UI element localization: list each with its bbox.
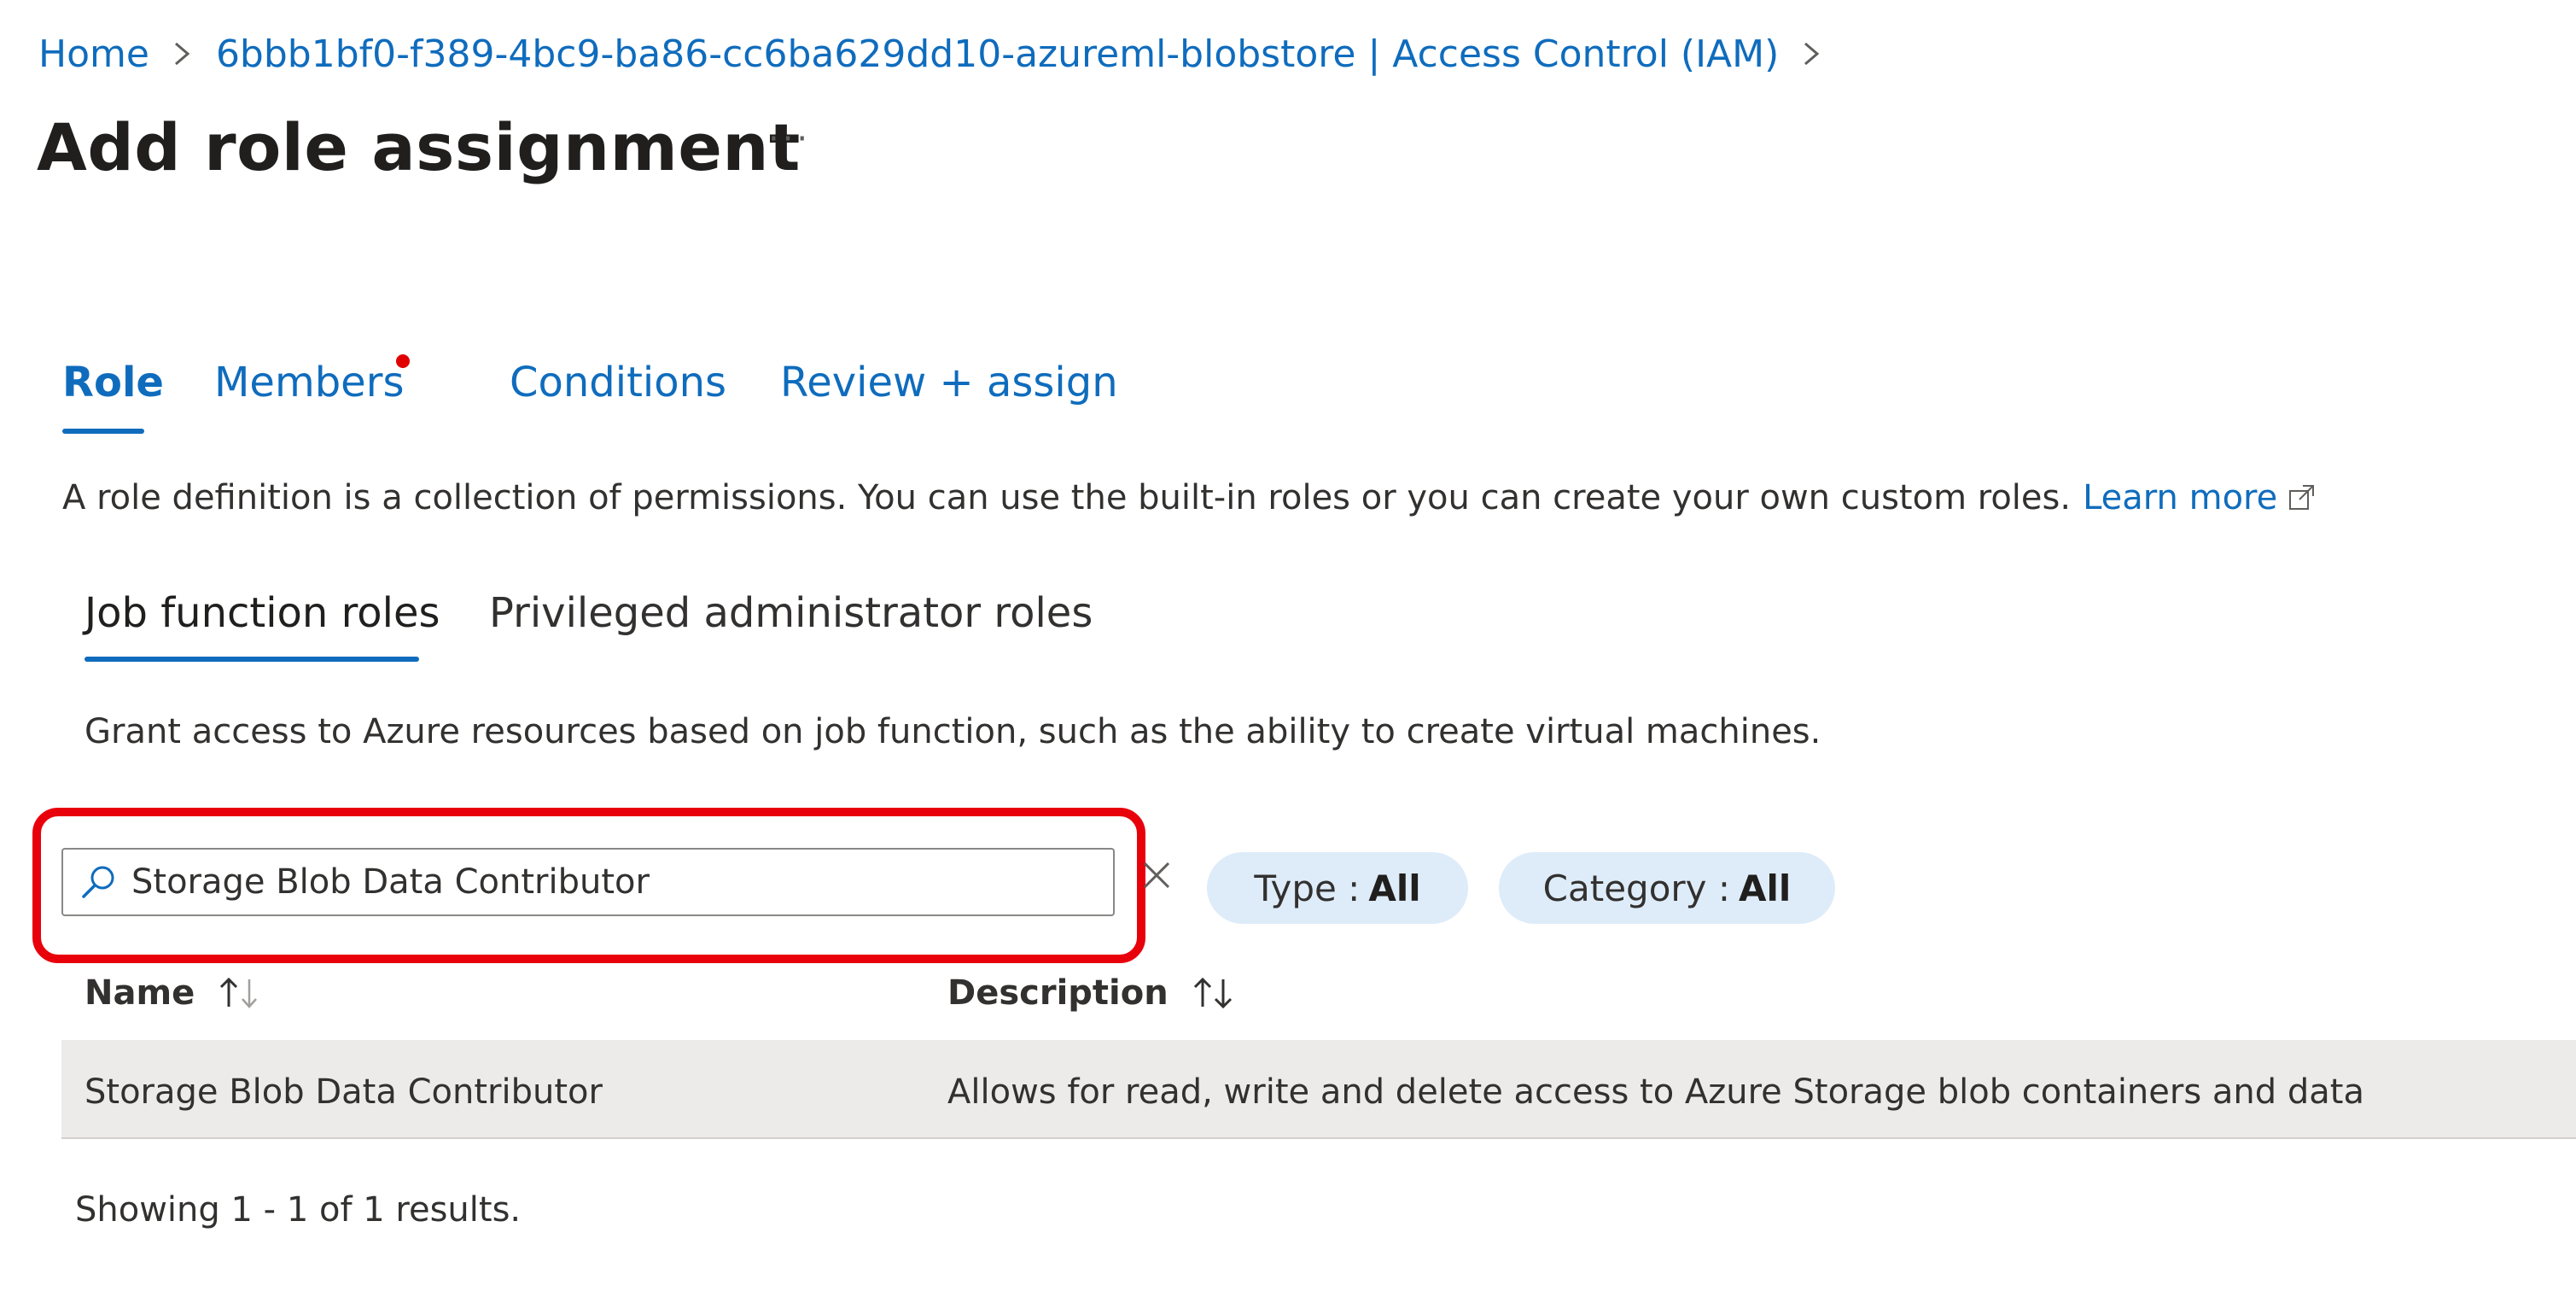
category-filter-label: Category : bbox=[1542, 867, 1731, 909]
category-filter-value: All bbox=[1739, 867, 1792, 909]
column-header-description-label: Description bbox=[947, 973, 1169, 1013]
tab-role[interactable]: Role bbox=[62, 359, 164, 406]
subtab-privileged-administrator-roles[interactable]: Privileged administrator roles bbox=[489, 589, 1093, 637]
search-icon bbox=[79, 862, 119, 903]
subtab-job-function-roles[interactable]: Job function roles bbox=[85, 589, 440, 637]
close-icon[interactable] bbox=[1138, 856, 1175, 894]
external-link-icon[interactable] bbox=[2288, 483, 2317, 512]
tab-role-selected-indicator bbox=[62, 429, 144, 434]
tab-members[interactable]: Members bbox=[214, 359, 404, 406]
role-definition-text: A role definition is a collection of per… bbox=[62, 478, 2072, 517]
results-count: Showing 1 - 1 of 1 results. bbox=[75, 1190, 522, 1230]
chevron-right-icon bbox=[173, 38, 192, 69]
sort-icon[interactable] bbox=[215, 974, 263, 1012]
tab-conditions[interactable]: Conditions bbox=[510, 359, 726, 406]
search-box[interactable] bbox=[61, 848, 1115, 916]
tab-review-assign[interactable]: Review + assign bbox=[780, 359, 1118, 406]
role-definition-description: A role definition is a collection of per… bbox=[62, 478, 2317, 517]
type-filter-label: Type : bbox=[1254, 867, 1361, 909]
type-filter-button[interactable]: Type : All bbox=[1207, 852, 1468, 924]
required-indicator-dot bbox=[396, 354, 410, 368]
column-header-description[interactable]: Description bbox=[947, 973, 1237, 1013]
learn-more-link[interactable]: Learn more bbox=[2083, 478, 2277, 517]
breadcrumb-home-link[interactable]: Home bbox=[38, 32, 149, 76]
category-filter-button[interactable]: Category : All bbox=[1499, 852, 1835, 924]
page-title: Add role assignment bbox=[37, 109, 801, 185]
column-header-name-label: Name bbox=[85, 973, 195, 1013]
table-cell-name: Storage Blob Data Contributor bbox=[85, 1072, 603, 1112]
search-input[interactable] bbox=[131, 862, 1070, 902]
chevron-right-icon bbox=[1803, 38, 1821, 69]
column-header-name[interactable]: Name bbox=[85, 973, 263, 1013]
subtab-selected-indicator bbox=[85, 657, 419, 662]
sort-icon[interactable] bbox=[1189, 974, 1237, 1012]
breadcrumb: Home 6bbb1bf0-f389-4bc9-ba86-cc6ba629dd1… bbox=[38, 24, 1821, 84]
type-filter-value: All bbox=[1368, 867, 1421, 909]
job-function-description: Grant access to Azure resources based on… bbox=[85, 712, 1821, 751]
table-cell-description: Allows for read, write and delete access… bbox=[947, 1072, 2364, 1112]
row-divider bbox=[61, 1137, 2576, 1139]
breadcrumb-resource-link[interactable]: 6bbb1bf0-f389-4bc9-ba86-cc6ba629dd10-azu… bbox=[216, 32, 1779, 76]
more-options-button[interactable]: ··· bbox=[768, 120, 811, 159]
